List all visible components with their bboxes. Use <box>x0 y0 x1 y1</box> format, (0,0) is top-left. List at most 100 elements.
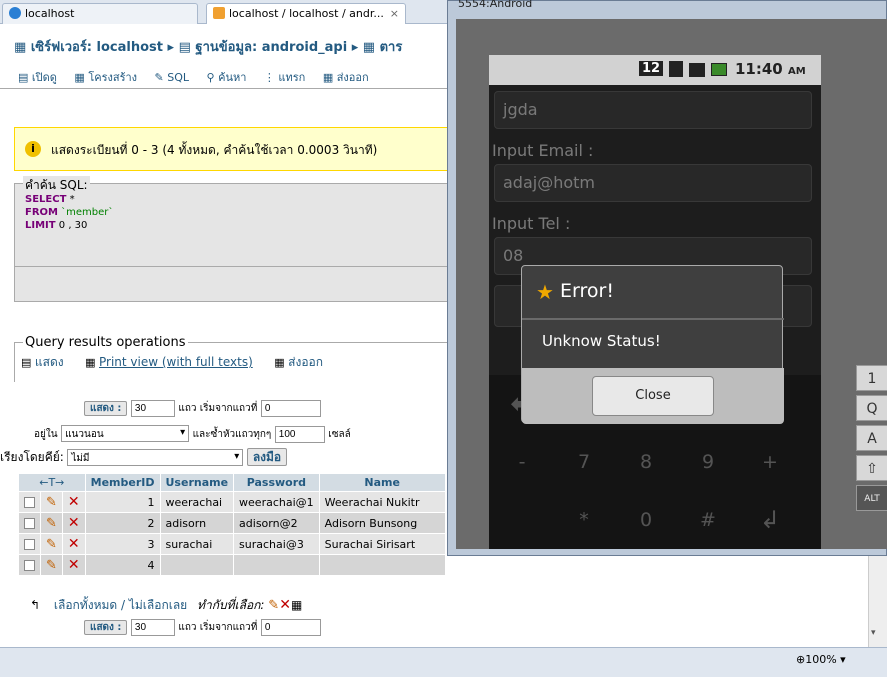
signal-icon <box>689 63 705 77</box>
cell-name: Weerachai Nukitr <box>318 491 446 513</box>
pma-icon <box>213 7 225 19</box>
row-checkbox[interactable] <box>24 518 35 529</box>
repeat-input[interactable] <box>274 426 325 443</box>
sql-icon: ✎ <box>154 71 168 84</box>
cell-password: surachai@3 <box>233 533 320 555</box>
row-checkbox[interactable] <box>24 539 35 550</box>
zoom-control[interactable]: ⊕100% ▾ <box>796 653 846 666</box>
tab-close-icon[interactable]: × <box>390 7 399 20</box>
sort-select[interactable]: ไม่มี ▾ <box>67 449 244 466</box>
ops-legend: Query results operations <box>23 335 188 350</box>
nav-arrows-header[interactable]: ←T→ <box>18 473 86 492</box>
clock: 11:40 AM <box>735 60 806 78</box>
table-icon: ▦ <box>362 40 380 55</box>
cell-memberid: 1 <box>84 491 161 513</box>
rows-input-bottom[interactable] <box>130 619 175 636</box>
tab-sql[interactable]: ✎ SQL <box>151 69 194 86</box>
show-button[interactable]: แสดง : <box>84 401 128 416</box>
arrow-up-left-icon: ↰ <box>30 598 44 612</box>
ops-show-link[interactable]: แสดง <box>35 355 64 369</box>
edit-icon[interactable]: ✎ <box>46 558 57 573</box>
emulator-title: 5554:Android <box>458 0 533 10</box>
hw-key[interactable]: 1 <box>856 365 887 391</box>
delete-icon[interactable]: ✕ <box>68 536 80 552</box>
scrollbar[interactable]: ▾ <box>868 556 887 647</box>
android-status-bar: 12 11:40 AM <box>489 55 821 85</box>
cell-name: Adisorn Bunsong <box>318 512 446 534</box>
breadcrumb-table[interactable]: ตาร <box>380 40 403 55</box>
row-checkbox[interactable] <box>24 560 35 571</box>
column-header-name[interactable]: Name <box>318 473 446 492</box>
query-results-operations: Query results operations ▤ แสดง ▦ Print … <box>14 335 454 382</box>
table-row: ✎ ✕ 1 weerachai weerachai@1 Weerachai Nu… <box>18 491 446 513</box>
battery-icon <box>711 63 727 76</box>
database-icon: ▤ <box>178 40 196 55</box>
notification-badge: 12 <box>639 61 664 76</box>
go-button[interactable]: ลงมือ <box>246 448 288 466</box>
edit-icon[interactable]: ✎ <box>46 537 57 552</box>
start-row-input[interactable] <box>260 400 321 417</box>
info-icon: i <box>25 141 41 157</box>
dialog-button-bar: Close <box>522 368 784 424</box>
rows-input[interactable] <box>130 400 175 417</box>
hw-key-alt[interactable]: ALT <box>856 485 887 511</box>
column-header-username[interactable]: Username <box>159 473 235 492</box>
breadcrumb-server[interactable]: เซิร์ฟเวอร์: localhost <box>31 40 163 55</box>
error-dialog: ★ Error! Unknow Status! Close <box>521 265 784 424</box>
shift-key-icon[interactable]: ⇧ <box>856 455 887 481</box>
hw-key[interactable]: A <box>856 425 887 451</box>
edit-selected-icon[interactable]: ✎ <box>268 598 279 613</box>
hw-key[interactable]: Q <box>856 395 887 421</box>
android-emulator-window: 5554:Android 12 11:40 AM jgda Input Emai… <box>447 0 887 556</box>
show-button-bottom[interactable]: แสดง : <box>84 620 128 635</box>
cell-username <box>159 554 235 576</box>
close-button[interactable]: Close <box>592 376 714 416</box>
check-all-link[interactable]: เลือกทั้งหมด / ไม่เลือกเลย <box>54 598 187 612</box>
scroll-down-icon[interactable]: ▾ <box>871 628 876 638</box>
delete-selected-icon[interactable]: ✕ <box>279 597 291 613</box>
browse-icon: ▤ <box>18 71 32 84</box>
pma-tabs: ▤ เปิดดู ▦ โครงสร้าง ✎ SQL ⚲ ค้นหา ⋮ แทร… <box>14 66 379 86</box>
sql-line: FROM `member` <box>25 207 114 218</box>
tab-search[interactable]: ⚲ ค้นหา <box>203 66 251 88</box>
status-bar: ⊕100% ▾ <box>0 647 887 677</box>
cells-label: เซลล์ <box>328 429 351 440</box>
column-header-password[interactable]: Password <box>233 473 320 492</box>
tab-browse[interactable]: ▤ เปิดดู <box>14 66 61 88</box>
cell-name: Surachai Sirisart <box>318 533 446 555</box>
export-selected-icon[interactable]: ▦ <box>291 598 302 612</box>
mode-label: อยู่ใน <box>34 429 58 440</box>
results-table: ←T→ MemberID Username Password Name ✎ ✕ … <box>18 473 446 576</box>
start-row-input-bottom[interactable] <box>260 619 321 636</box>
breadcrumb-separator-icon: ▸ <box>167 40 179 55</box>
print-view-link[interactable]: Print view (with full texts) <box>99 355 253 369</box>
browser-tab-localhost[interactable]: localhost <box>2 3 198 24</box>
breadcrumb-database[interactable]: ฐานข้อมูล: android_api <box>195 40 347 55</box>
delete-icon[interactable]: ✕ <box>68 557 80 573</box>
tab-insert[interactable]: ⋮ แทรก <box>260 66 309 88</box>
nav-row-2: อยู่ใน แนวนอน▾ และซ้ำหัวแถวทุกๆ เซลล์ <box>34 425 351 443</box>
edit-icon[interactable]: ✎ <box>46 495 57 510</box>
nav-row-1: แสดง : แถว เริ่มจากแถวที่ <box>84 400 321 417</box>
ie-icon <box>9 7 21 19</box>
table-row: ✎ ✕ 4 <box>18 554 446 576</box>
tab-structure[interactable]: ▦ โครงสร้าง <box>70 66 141 88</box>
browser-tab-phpmyadmin[interactable]: localhost / localhost / andr... × <box>206 3 406 24</box>
cell-username: surachai <box>159 533 235 555</box>
row-checkbox[interactable] <box>24 497 35 508</box>
breadcrumb: ▦ เซิร์ฟเวอร์: localhost ▸ ▤ ฐานข้อมูล: … <box>14 36 402 57</box>
ops-export-link[interactable]: ส่งออก <box>288 355 323 369</box>
dialog-message: Unknow Status! <box>542 332 661 350</box>
cell-username: adisorn <box>159 512 235 534</box>
cell-password: adisorn@2 <box>233 512 320 534</box>
tab-export[interactable]: ▦ ส่งออก <box>319 66 373 88</box>
delete-icon[interactable]: ✕ <box>68 515 80 531</box>
cell-memberid: 2 <box>84 512 161 534</box>
search-icon: ⚲ <box>206 71 219 84</box>
delete-icon[interactable]: ✕ <box>68 494 80 510</box>
edit-icon[interactable]: ✎ <box>46 516 57 531</box>
mode-select[interactable]: แนวนอน ▾ <box>61 425 190 442</box>
sql-line: LIMIT 0 , 30 <box>25 220 88 231</box>
column-header-memberid[interactable]: MemberID <box>84 473 161 492</box>
print-view-icon: ▦ <box>85 356 99 369</box>
